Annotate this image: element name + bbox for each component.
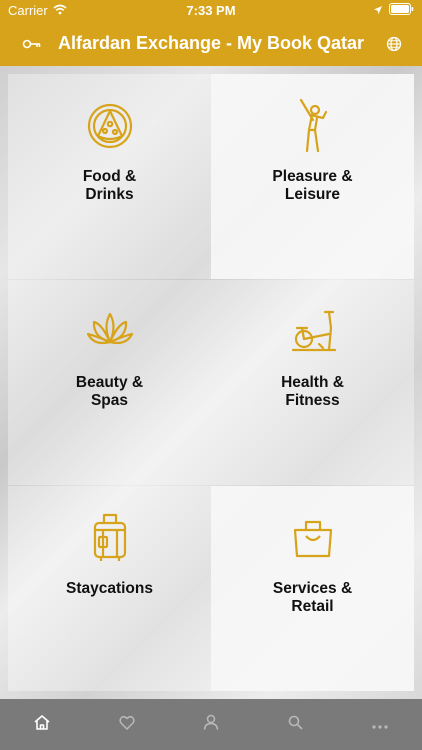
golfer-icon <box>289 98 337 154</box>
category-label: Beauty & Spas <box>75 374 144 409</box>
home-icon <box>34 714 50 735</box>
category-tile-pleasure-leisure[interactable]: Pleasure & Leisure <box>211 74 414 279</box>
tab-bar <box>0 699 422 750</box>
category-label: Pleasure & Leisure <box>272 168 353 203</box>
more-icon <box>372 716 388 734</box>
category-label: Staycations <box>65 580 153 597</box>
category-tile-staycations[interactable]: Staycations <box>8 486 211 691</box>
category-tile-health-fitness[interactable]: Health & Fitness <box>211 280 414 485</box>
category-tile-services-retail[interactable]: Services & Retail <box>211 486 414 691</box>
category-tile-food-drinks[interactable]: Food & Drinks <box>8 74 211 279</box>
category-grid: Food & Drinks Pleasure & Leisure Beauty … <box>0 66 422 699</box>
category-label: Health & Fitness <box>281 374 344 409</box>
location-arrow-icon <box>373 3 383 18</box>
search-icon <box>288 715 303 735</box>
lotus-icon <box>86 304 134 360</box>
shopping-bag-icon <box>289 510 337 566</box>
status-right-group <box>373 3 414 18</box>
battery-icon <box>389 3 414 18</box>
category-label: Food & Drinks <box>82 168 137 203</box>
category-label: Services & Retail <box>272 580 353 615</box>
globe-icon[interactable] <box>386 36 402 52</box>
user-icon <box>203 714 219 735</box>
page-title: Alfardan Exchange - My Book Qatar <box>57 33 365 53</box>
tab-profile[interactable] <box>191 707 231 743</box>
tab-home[interactable] <box>22 707 62 743</box>
status-time: 7:33 PM <box>186 3 236 18</box>
category-tile-beauty-spas[interactable]: Beauty & Spas <box>8 280 211 485</box>
status-bar: Carrier 7:33 PM <box>0 0 422 22</box>
tab-search[interactable] <box>275 707 315 743</box>
tab-more[interactable] <box>360 707 400 743</box>
heart-icon <box>118 715 135 735</box>
pizza-icon <box>86 98 134 154</box>
exercise-bike-icon <box>289 304 337 360</box>
tab-favorites[interactable] <box>107 707 147 743</box>
nav-bar: Alfardan Exchange - My Book Qatar <box>0 22 422 66</box>
luggage-icon <box>86 510 134 566</box>
